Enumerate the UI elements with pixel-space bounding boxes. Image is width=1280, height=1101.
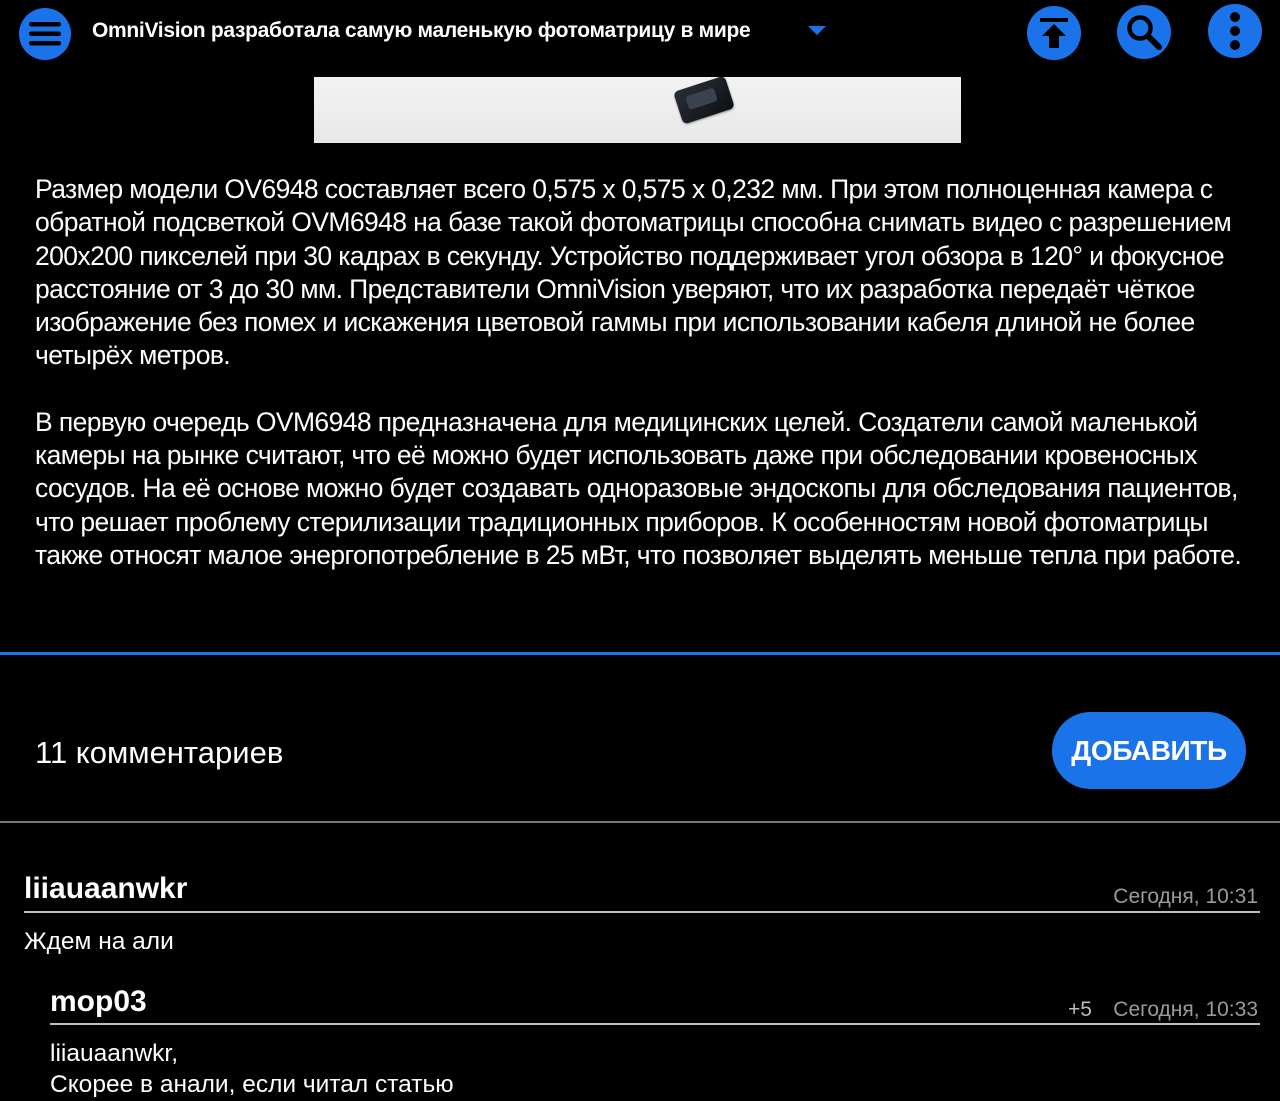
sensor-chip-image [673, 75, 735, 125]
comments-count: 11 комментариев [35, 735, 284, 770]
more-options-button[interactable] [1208, 4, 1262, 58]
menu-button[interactable] [19, 8, 71, 60]
comment-text: liiauaanwkr, [50, 1040, 179, 1067]
scroll-to-top-button[interactable] [1027, 6, 1081, 60]
hamburger-menu-icon [29, 22, 61, 46]
more-vertical-icon [1230, 12, 1240, 50]
comment-text: Ждем на али [24, 928, 174, 955]
comment-time: Сегодня, 10:33 [1113, 998, 1258, 1021]
article-image [314, 75, 961, 143]
upload-to-top-icon [1040, 18, 1068, 48]
comment-divider [24, 911, 1260, 913]
search-button[interactable] [1117, 5, 1171, 59]
article-body: Размер модели OV6948 составляет всего 0,… [35, 173, 1257, 605]
comment-time: Сегодня, 10:31 [1113, 885, 1258, 908]
chevron-down-icon[interactable] [808, 26, 826, 35]
search-icon [1127, 15, 1162, 50]
top-app-bar: OmniVision разработала самую маленькую ф… [0, 0, 1280, 70]
comment-divider [50, 1023, 1260, 1025]
comment-text: Скорее в анали, если читал статью [50, 1071, 454, 1098]
article-paragraph: В первую очередь OVM6948 предназначена д… [35, 406, 1242, 570]
add-comment-button[interactable]: ДОБАВИТЬ [1052, 712, 1246, 789]
comment-rating: +5 [1068, 998, 1092, 1021]
article-paragraph: Размер модели OV6948 составляет всего 0,… [35, 174, 1232, 371]
page-title[interactable]: OmniVision разработала самую маленькую ф… [92, 19, 751, 43]
comment-author[interactable]: mop03 [50, 985, 147, 1019]
comment-author[interactable]: liiauaanwkr [24, 872, 187, 906]
divider [0, 652, 1280, 655]
divider [0, 821, 1280, 823]
